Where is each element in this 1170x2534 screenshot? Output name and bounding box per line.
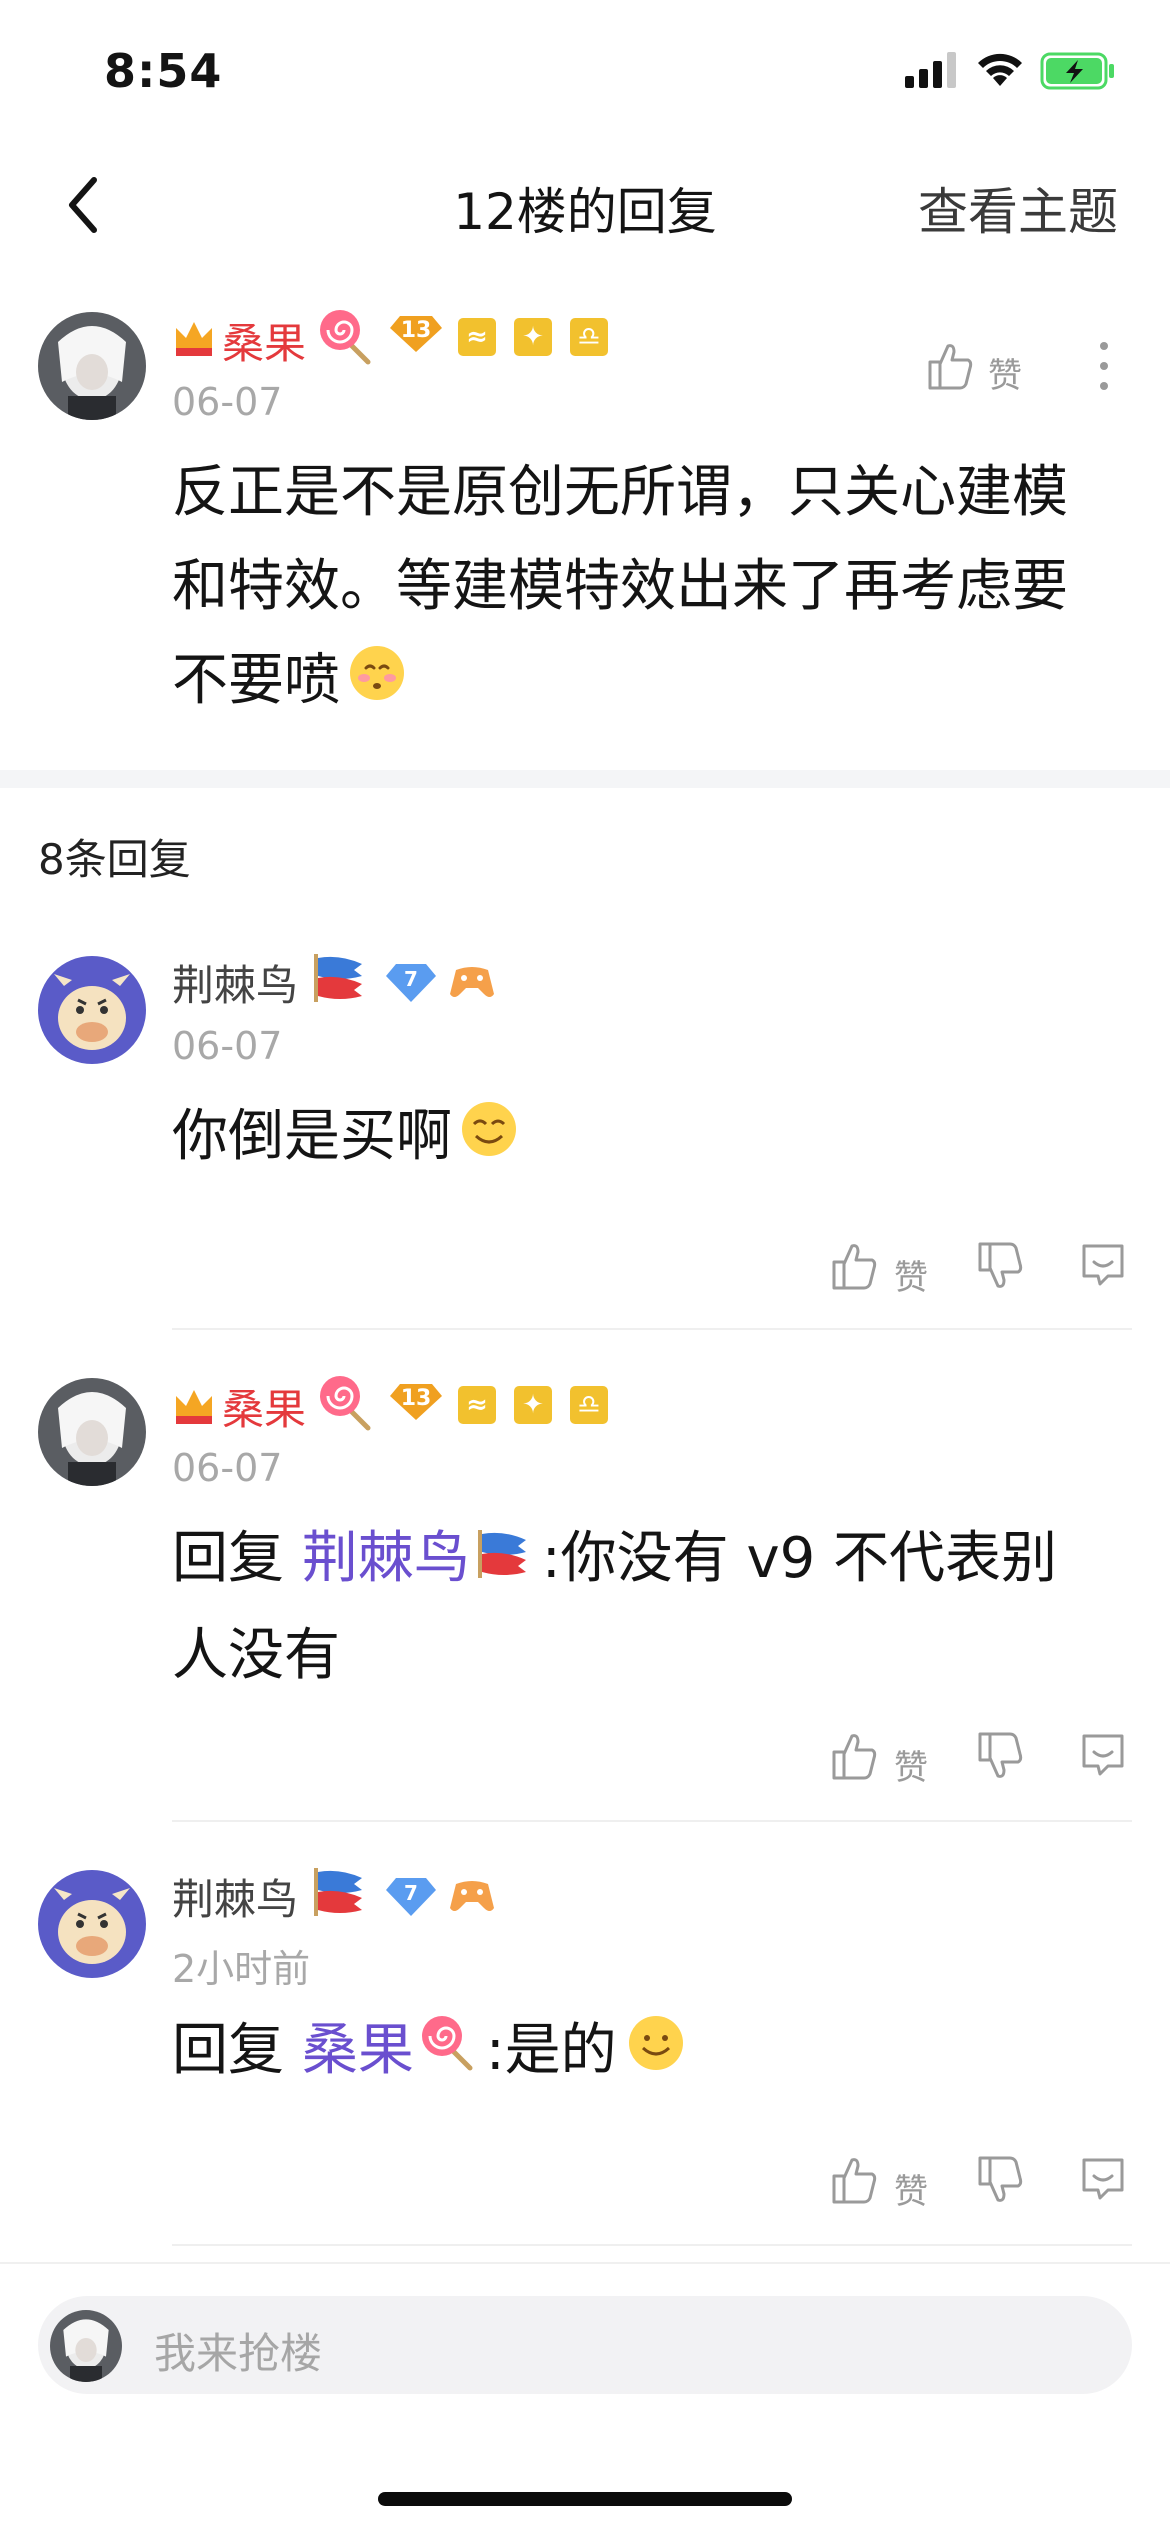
lollipop-icon [320,1376,371,1431]
divider [172,2244,1132,2246]
like-label[interactable]: 赞 [894,2164,928,2213]
comment-icon[interactable] [1078,1240,1128,1290]
zodiac-libra-badge: ♎ [570,318,608,356]
like-label[interactable]: 赞 [894,1250,928,1299]
username[interactable]: 桑果 [222,310,306,371]
zodiac-aquarius-badge: ≈ [458,1386,496,1424]
wifi-icon [978,53,1022,86]
divider [172,1328,1132,1330]
lollipop-icon [320,310,371,365]
like-label[interactable]: 赞 [988,348,1022,397]
like-label[interactable]: 赞 [894,1740,928,1789]
replies-count: 8条回复 [38,835,191,884]
reply-date: 2小时前 [172,1947,311,1991]
reply-content: 回复 荆棘鸟:你没有 v9 不代表别 人没有 [172,1512,1132,1703]
battery-charging-icon [1040,52,1114,90]
level-badge: 7 [386,1878,436,1916]
star-badge: ✦ [514,1386,552,1424]
reply-date: 06-07 [172,1024,283,1068]
reply-input-placeholder[interactable]: 我来抢楼 [154,2320,322,2381]
more-options-icon[interactable] [1094,338,1114,394]
reply-content: 你倒是买啊 [172,1090,518,1187]
crown-badge-icon [176,1390,212,1424]
star-badge: ✦ [514,318,552,356]
level-number: 7 [404,1881,418,1905]
section-divider [0,770,1170,788]
username[interactable]: 荆棘鸟 [172,1866,298,1927]
thumbs-down-icon[interactable] [976,2154,1024,2206]
cellular-signal-icon [905,52,956,88]
avatar[interactable] [38,312,146,420]
gamepad-badge-icon [450,1881,494,1911]
my-avatar [50,2310,122,2382]
thumbs-up-icon[interactable] [926,340,974,392]
level-badge: 13 [388,1382,444,1426]
username[interactable]: 桑果 [222,1376,306,1437]
avatar[interactable] [38,1378,146,1486]
username[interactable]: 荆棘鸟 [172,952,298,1013]
thumbs-up-icon[interactable] [830,1730,878,1782]
status-time: 8:54 [104,44,223,98]
thumbs-down-icon[interactable] [976,1240,1024,1292]
thumbs-up-icon[interactable] [830,1240,878,1292]
reply-to-username[interactable]: 荆棘鸟 [302,1526,470,1591]
zodiac-libra-badge: ♎ [570,1386,608,1424]
happy-emoji-icon [627,2007,685,2101]
reply-to-username[interactable]: 桑果 [302,2018,414,2083]
koi-flag-icon [314,1868,362,1916]
zodiac-aquarius-badge: ≈ [458,318,496,356]
comment-icon[interactable] [1078,2154,1128,2204]
level-badge: 13 [388,314,444,358]
level-number: 7 [404,967,418,991]
post-date: 06-07 [172,380,283,424]
sad-emoji-icon [348,637,406,731]
thumbs-up-icon[interactable] [830,2154,878,2206]
divider [172,1820,1132,1822]
view-topic-link[interactable]: 查看主题 [918,172,1118,244]
thumbs-down-icon[interactable] [976,1730,1024,1782]
smile-emoji-icon [460,1093,518,1187]
crown-badge-icon [176,322,212,356]
home-indicator[interactable] [378,2492,792,2506]
reply-content: 回复 桑果:是的 [172,2004,685,2101]
comment-icon[interactable] [1078,1730,1128,1780]
reply-date: 06-07 [172,1446,283,1490]
level-badge: 7 [386,964,436,1002]
avatar[interactable] [38,1870,146,1978]
post-content: 反正是不是原创无所谓，只关心建模和特效。等建模特效出来了再考虑要不要喷 [172,446,1092,731]
avatar[interactable] [38,956,146,1064]
koi-flag-icon [314,954,362,1002]
koi-flag-icon [474,1515,532,1609]
lollipop-icon [418,2007,476,2101]
gamepad-badge-icon [450,967,494,997]
